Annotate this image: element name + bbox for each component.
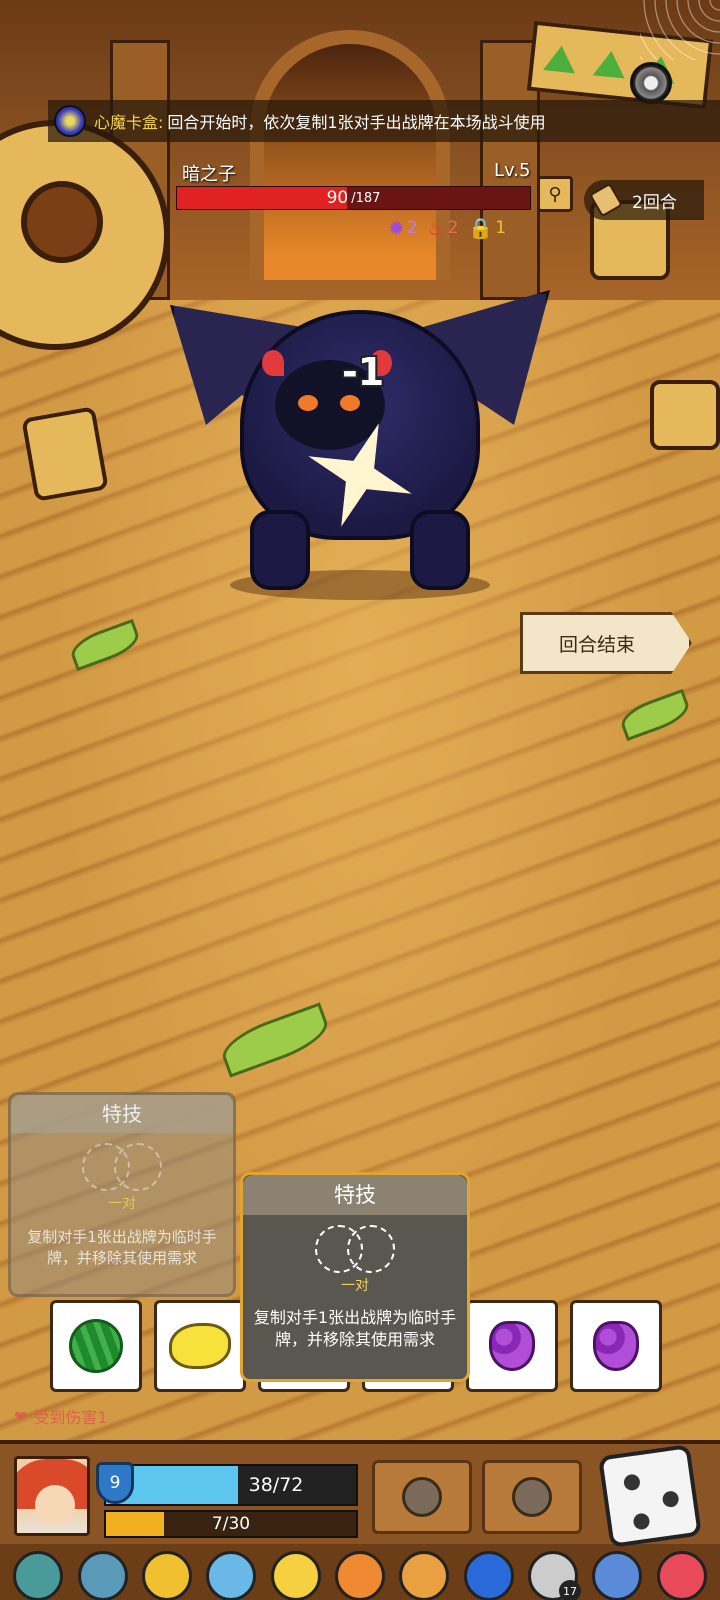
status-fire[interactable]: ♨ 2: [428, 216, 459, 240]
purple-splat-icon: ✹: [388, 216, 405, 240]
monster-leg: [410, 510, 470, 590]
skill-card-description: 复制对手1张出战牌为临时手牌，并移除其使用需求: [27, 1228, 217, 1267]
dice-pip: [622, 1473, 641, 1492]
monster-eye: [298, 395, 318, 411]
settings-gear-icon[interactable]: [630, 62, 672, 104]
spider-web: [640, 0, 720, 60]
sign-triangle: [592, 49, 628, 79]
fish-icon[interactable]: [592, 1551, 643, 1600]
round-label: 2回合: [632, 192, 677, 213]
end-turn-button[interactable]: 回合结束: [520, 612, 692, 674]
relic-description: 回合开始时，依次复制1张对手出战牌在本场战斗使用: [167, 113, 546, 132]
magnifier-icon: ⚲: [548, 183, 562, 205]
dice-pip: [632, 1512, 651, 1531]
equipment-slot-2[interactable]: [482, 1460, 582, 1534]
fire-icon: ♨: [427, 216, 446, 240]
heart-demon-box-icon: [54, 105, 86, 137]
card-box-icon[interactable]: [656, 1551, 707, 1600]
hand-card-grape[interactable]: [466, 1300, 558, 1392]
lock-icon: 🔒: [468, 216, 494, 240]
skill-card-header: 特技: [243, 1175, 467, 1215]
pair-icon: [82, 1143, 162, 1191]
scroll-icon: [589, 182, 623, 218]
blue-flame-icon[interactable]: [463, 1551, 514, 1600]
blade-icon[interactable]: [13, 1551, 64, 1600]
sun-medal-icon[interactable]: [141, 1551, 192, 1600]
player-hud: 38/72 9 7/30 17: [0, 1440, 720, 1600]
pair-label: 一对: [108, 1196, 136, 1212]
skill-card-header: 特技: [11, 1095, 233, 1133]
grape-icon: [593, 1321, 639, 1371]
pot-icon: [512, 1477, 552, 1517]
status-value: 1: [495, 218, 507, 238]
glove-icon[interactable]: [334, 1551, 385, 1600]
enemy-level: Lv.5: [494, 160, 531, 181]
hand-card-grape[interactable]: [570, 1300, 662, 1392]
enemy-inspect-button[interactable]: ⚲: [537, 176, 573, 212]
player-avatar[interactable]: [14, 1456, 90, 1536]
rock: [650, 380, 720, 450]
sign-triangle: [543, 44, 578, 74]
temple-arch: [250, 30, 450, 280]
damage-hint: ❤ 受到伤害1: [14, 1404, 108, 1428]
skill-card-tooltip[interactable]: 特技 一对 复制对手1张出战牌为临时手牌，并移除其使用需求: [240, 1172, 470, 1382]
avatar-face: [35, 1485, 75, 1525]
clock-icon[interactable]: [77, 1551, 128, 1600]
damage-hint-text: 受到伤害1: [33, 1408, 108, 1427]
relic-count-badge: 17: [559, 1580, 582, 1600]
player-xp-bar: 7/30: [104, 1510, 358, 1538]
enemy-hp-max: /187: [351, 190, 381, 206]
spiked-orb-icon: [402, 1477, 442, 1517]
lemon-icon: [169, 1323, 231, 1369]
watermelon-icon: [69, 1319, 123, 1373]
grape-icon: [489, 1321, 535, 1371]
equipment-slot-1[interactable]: [372, 1460, 472, 1534]
monster-leg: [250, 510, 310, 590]
skill-card-background[interactable]: 特技 一对 复制对手1张出战牌为临时手牌，并移除其使用需求: [8, 1092, 236, 1297]
monster-eye: [340, 395, 360, 411]
yin-yang-icon[interactable]: 17: [528, 1551, 582, 1600]
end-turn-label: 回合结束: [558, 633, 635, 656]
relic-name: 心魔卡盒:: [94, 113, 164, 132]
enemy-name: 暗之子: [182, 164, 236, 185]
dice-button[interactable]: [598, 1444, 702, 1548]
player-xp-text: 7/30: [211, 1514, 251, 1534]
relic-bar: 17: [0, 1548, 720, 1600]
rock: [21, 406, 109, 502]
status-value: 2: [447, 218, 459, 238]
monster-horn: [262, 350, 284, 376]
enemy-status-row: ✹ 2 ♨ 2 🔒 1: [388, 216, 506, 240]
player-shield-badge: 9: [96, 1462, 134, 1504]
skill-card-body: 一对 复制对手1张出战牌为临时手牌，并移除其使用需求: [11, 1143, 233, 1269]
player-hp-bar: 38/72: [104, 1464, 358, 1506]
pair-label: 一对: [341, 1278, 369, 1294]
enemy-hp-current: 90: [326, 188, 349, 208]
player-hp-text: 38/72: [248, 1474, 304, 1496]
broken-heart-icon: ❤: [14, 1406, 28, 1426]
status-purple[interactable]: ✹ 2: [388, 216, 418, 240]
skill-card-description: 复制对手1张出战牌为临时手牌，并移除其使用需求: [253, 1308, 457, 1349]
status-value: 2: [406, 218, 418, 238]
relic-banner: 心魔卡盒: 回合开始时，依次复制1张对手出战牌在本场战斗使用: [48, 100, 720, 142]
hand-card-lemon[interactable]: [154, 1300, 246, 1392]
enemy-hp-bar: 90 /187: [176, 186, 531, 210]
enemy-monster[interactable]: [170, 270, 550, 600]
skill-card-body: 一对 复制对手1张出战牌为临时手牌，并移除其使用需求: [243, 1225, 467, 1351]
dice-pip: [661, 1490, 680, 1509]
round-counter: 2回合: [584, 180, 704, 220]
shield-value: 9: [109, 1473, 121, 1493]
enemy-hp-text: 90 /187: [177, 187, 530, 209]
status-lock[interactable]: 🔒 1: [468, 216, 506, 240]
fruit-bowl-icon[interactable]: [399, 1551, 450, 1600]
pair-icon: [315, 1225, 395, 1273]
damage-popup: -1: [342, 350, 385, 394]
crown-icon[interactable]: [270, 1551, 321, 1600]
ring-icon[interactable]: [206, 1551, 257, 1600]
hand-card-watermelon[interactable]: [50, 1300, 142, 1392]
